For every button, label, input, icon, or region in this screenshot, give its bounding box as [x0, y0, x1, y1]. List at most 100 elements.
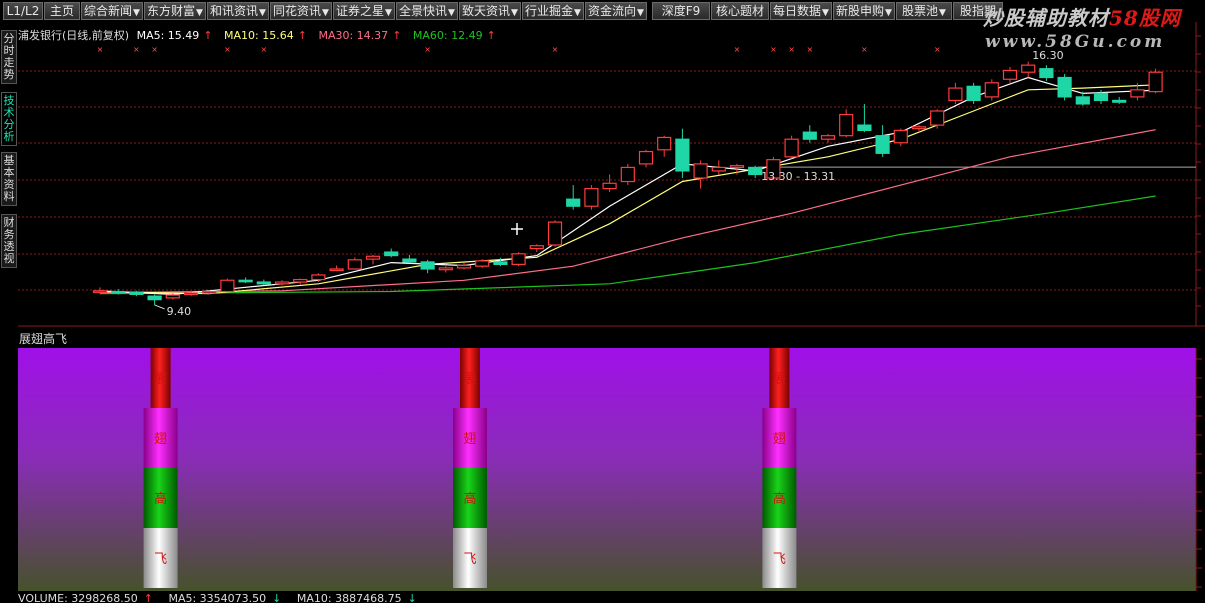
candle[interactable] [238, 277, 253, 284]
candle[interactable] [529, 244, 544, 253]
event-marker[interactable]: × [133, 45, 140, 54]
candle[interactable] [857, 103, 872, 133]
event-marker[interactable]: × [806, 45, 813, 54]
toolbar-button-13[interactable]: 每日数据▼ [770, 2, 832, 20]
candle[interactable] [165, 293, 180, 300]
candle[interactable] [711, 160, 726, 175]
candle[interactable] [1057, 73, 1072, 101]
event-marker[interactable]: × [97, 45, 104, 54]
signal-segment-label: 展 [463, 372, 476, 387]
candle[interactable] [293, 278, 308, 285]
event-marker[interactable]: × [224, 45, 231, 54]
candle[interactable] [638, 149, 654, 168]
toolbar-button-4[interactable]: 和讯资讯▼ [207, 2, 269, 20]
indicator-panel[interactable]: 展翅高飞展翅高飞展翅高飞 [18, 329, 1205, 591]
ma60-line [99, 195, 1156, 295]
candle[interactable] [220, 278, 235, 293]
toolbar-button-7[interactable]: 全景快讯▼ [396, 2, 458, 20]
toolbar-button-14[interactable]: 新股申购▼ [833, 2, 895, 20]
candle[interactable] [802, 125, 817, 143]
toolbar-button-8[interactable]: 致天资讯▼ [459, 2, 521, 20]
candle-body [984, 82, 999, 98]
dropdown-arrow-icon: ▼ [822, 8, 829, 18]
dropdown-arrow-icon: ▼ [133, 8, 140, 18]
candle-body [402, 258, 417, 263]
candle[interactable] [820, 133, 836, 143]
side-tab-1[interactable]: 技术分析 [1, 92, 17, 146]
candle[interactable] [675, 128, 690, 178]
side-tab-3[interactable]: 财务透视 [1, 214, 17, 268]
candle[interactable] [693, 160, 708, 189]
candle[interactable] [839, 109, 854, 138]
toolbar-button-3[interactable]: 东方财富▼ [144, 2, 206, 20]
signal-segment-label: 翅 [154, 431, 167, 447]
toolbar-button-9[interactable]: 行业掘金▼ [522, 2, 584, 20]
candle[interactable] [147, 294, 162, 305]
candle[interactable] [475, 259, 490, 268]
signal-segment-label: 展 [773, 372, 786, 387]
side-tab-0[interactable]: 分时走势 [1, 30, 17, 84]
event-marker[interactable]: × [770, 45, 777, 54]
candle[interactable] [657, 135, 672, 157]
candle[interactable] [384, 248, 399, 258]
candle-body [493, 261, 508, 265]
candle-body [711, 166, 726, 172]
candle-body [529, 245, 544, 250]
event-marker[interactable]: × [151, 45, 158, 54]
candle[interactable] [784, 135, 799, 159]
crosshair-cursor [511, 223, 523, 235]
candle[interactable] [1039, 65, 1054, 82]
toolbar-button-12[interactable]: 核心题材 [711, 2, 769, 20]
candle[interactable] [420, 259, 435, 274]
candle[interactable] [1002, 66, 1018, 83]
candle[interactable] [511, 252, 526, 267]
candle[interactable] [930, 109, 945, 129]
candle[interactable] [602, 174, 617, 193]
candle[interactable] [256, 279, 271, 286]
candle-body [511, 253, 526, 265]
toolbar-button-5[interactable]: 同花资讯▼ [270, 2, 332, 20]
candle[interactable] [584, 185, 599, 210]
event-marker[interactable]: × [552, 45, 559, 54]
candle[interactable] [347, 257, 362, 270]
candlestick-chart[interactable]: × × × × × × × × × × × × × 9.40 13.30 - 13.31 16.30 [18, 22, 1205, 327]
candle[interactable] [1112, 96, 1127, 104]
side-tab-2[interactable]: 基本资料 [1, 152, 17, 206]
candle[interactable] [893, 128, 908, 147]
candle[interactable] [365, 254, 381, 265]
candle[interactable] [456, 262, 472, 270]
candle-body [238, 279, 253, 283]
toolbar-button-0[interactable]: L1/L2 [3, 2, 43, 20]
candle[interactable] [329, 265, 344, 272]
candle[interactable] [620, 163, 635, 186]
candle[interactable] [948, 82, 963, 104]
toolbar-button-10[interactable]: 资金流向▼ [585, 2, 647, 20]
candle[interactable] [966, 82, 981, 104]
candle[interactable] [1148, 68, 1163, 94]
candle[interactable] [1021, 61, 1036, 78]
candle[interactable] [875, 125, 890, 157]
event-marker[interactable]: × [934, 45, 941, 54]
toolbar-button-2[interactable]: 综合新闻▼ [81, 2, 143, 20]
candle-body [784, 138, 799, 158]
candle-body [839, 113, 854, 137]
event-marker[interactable]: × [734, 45, 741, 54]
candle[interactable] [547, 220, 563, 247]
event-marker[interactable]: × [861, 45, 868, 54]
indicator-background [18, 348, 1196, 591]
candle[interactable] [748, 165, 763, 178]
candle-body [1021, 64, 1036, 73]
toolbar-button-1[interactable]: 主页 [44, 2, 80, 20]
candle[interactable] [984, 79, 999, 101]
event-marker[interactable]: × [788, 45, 795, 54]
toolbar-button-15[interactable]: 股票池▼ [896, 2, 952, 20]
toolbar-button-11[interactable]: 深度F9 [652, 2, 710, 20]
candle[interactable] [438, 266, 453, 273]
event-marker[interactable]: × [260, 45, 267, 54]
toolbar-button-6[interactable]: 证券之星▼ [333, 2, 395, 20]
candle[interactable] [566, 185, 581, 210]
candle[interactable] [402, 254, 417, 263]
volume-legend: VOLUME: 3298268.50 ↑ MA5: 3354073.50 ↓ MA1… [18, 592, 429, 603]
signal-segment-label: 翅 [773, 431, 786, 447]
event-marker[interactable]: × [424, 45, 431, 54]
